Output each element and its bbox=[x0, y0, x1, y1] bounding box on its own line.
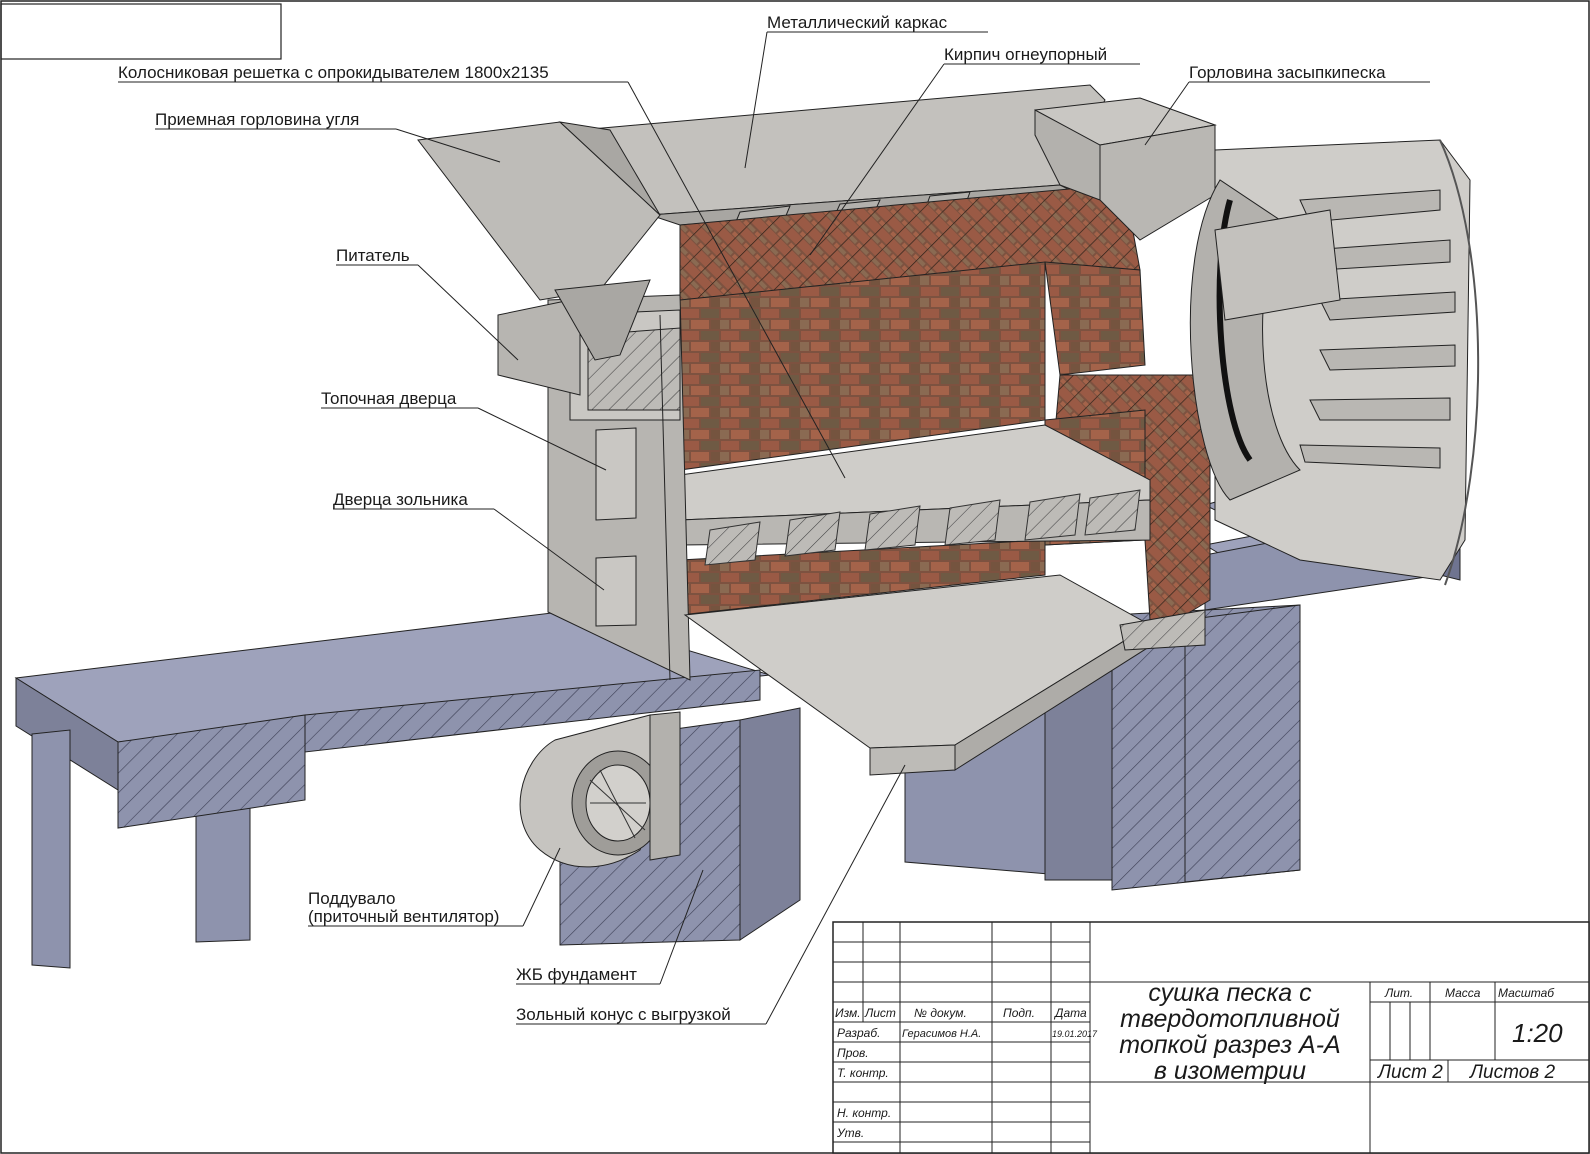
drawing-sheet: Металлический каркас Кирпич огнеупорный … bbox=[0, 0, 1590, 1154]
label-grate: Колосниковая решетка с опрокидывателем 1… bbox=[118, 63, 549, 82]
label-ash-cone: Зольный конус с выгрузкой bbox=[516, 1005, 731, 1024]
label-sand-hopper: Горловина засыпкипеска bbox=[1189, 63, 1386, 82]
svg-text:топкой разрез А-А: топкой разрез А-А bbox=[1119, 1031, 1340, 1059]
svg-text:19.01.2017: 19.01.2017 bbox=[1052, 1029, 1098, 1039]
svg-text:№ докум.: № докум. bbox=[914, 1006, 967, 1020]
label-blower-note: (приточный вентилятор) bbox=[308, 907, 499, 926]
svg-text:Дата: Дата bbox=[1053, 1006, 1087, 1020]
svg-text:твердотопливной: твердотопливной bbox=[1120, 1005, 1340, 1033]
label-coal-hopper: Приемная горловина угля bbox=[155, 110, 359, 129]
svg-text:Т. контр.: Т. контр. bbox=[837, 1066, 889, 1080]
label-blower: Поддувало bbox=[308, 889, 396, 908]
label-foundation: ЖБ фундамент bbox=[516, 965, 637, 984]
scale-value: 1:20 bbox=[1512, 1018, 1563, 1048]
svg-text:Пров.: Пров. bbox=[837, 1046, 869, 1060]
mass-label: Масса bbox=[1445, 986, 1481, 1000]
svg-text:Лист: Лист bbox=[864, 1006, 896, 1020]
svg-text:Герасимов Н.А.: Герасимов Н.А. bbox=[902, 1028, 981, 1040]
sheet-number: Лист 2 bbox=[1376, 1062, 1443, 1083]
dryer-drum bbox=[1189, 139, 1480, 586]
label-feeder: Питатель bbox=[336, 246, 410, 265]
label-ash-door: Дверца зольника bbox=[333, 490, 468, 509]
svg-text:сушка песка с: сушка песка с bbox=[1148, 979, 1312, 1007]
label-metal-frame: Металлический каркас bbox=[767, 13, 948, 32]
svg-text:в изометрии: в изометрии bbox=[1154, 1057, 1306, 1085]
title-block: Изм. Лист № докум. Подп. Дата Разраб. Ге… bbox=[832, 921, 1590, 1154]
label-refractory-brick: Кирпич огнеупорный bbox=[944, 45, 1107, 64]
svg-text:Утв.: Утв. bbox=[836, 1126, 864, 1140]
sheet-count: Листов 2 bbox=[1468, 1062, 1555, 1083]
supply-fan bbox=[519, 711, 681, 868]
corner-stamp bbox=[0, 3, 282, 60]
lit-label: Лит. bbox=[1384, 986, 1413, 1000]
svg-text:Н. контр.: Н. контр. bbox=[837, 1106, 891, 1120]
scale-label: Масштаб bbox=[1498, 986, 1555, 1000]
label-firebox-door: Топочная дверца bbox=[321, 389, 457, 408]
svg-text:Разраб.: Разраб. bbox=[837, 1026, 880, 1040]
svg-text:Подп.: Подп. bbox=[1003, 1006, 1035, 1020]
svg-text:Изм.: Изм. bbox=[835, 1006, 861, 1020]
